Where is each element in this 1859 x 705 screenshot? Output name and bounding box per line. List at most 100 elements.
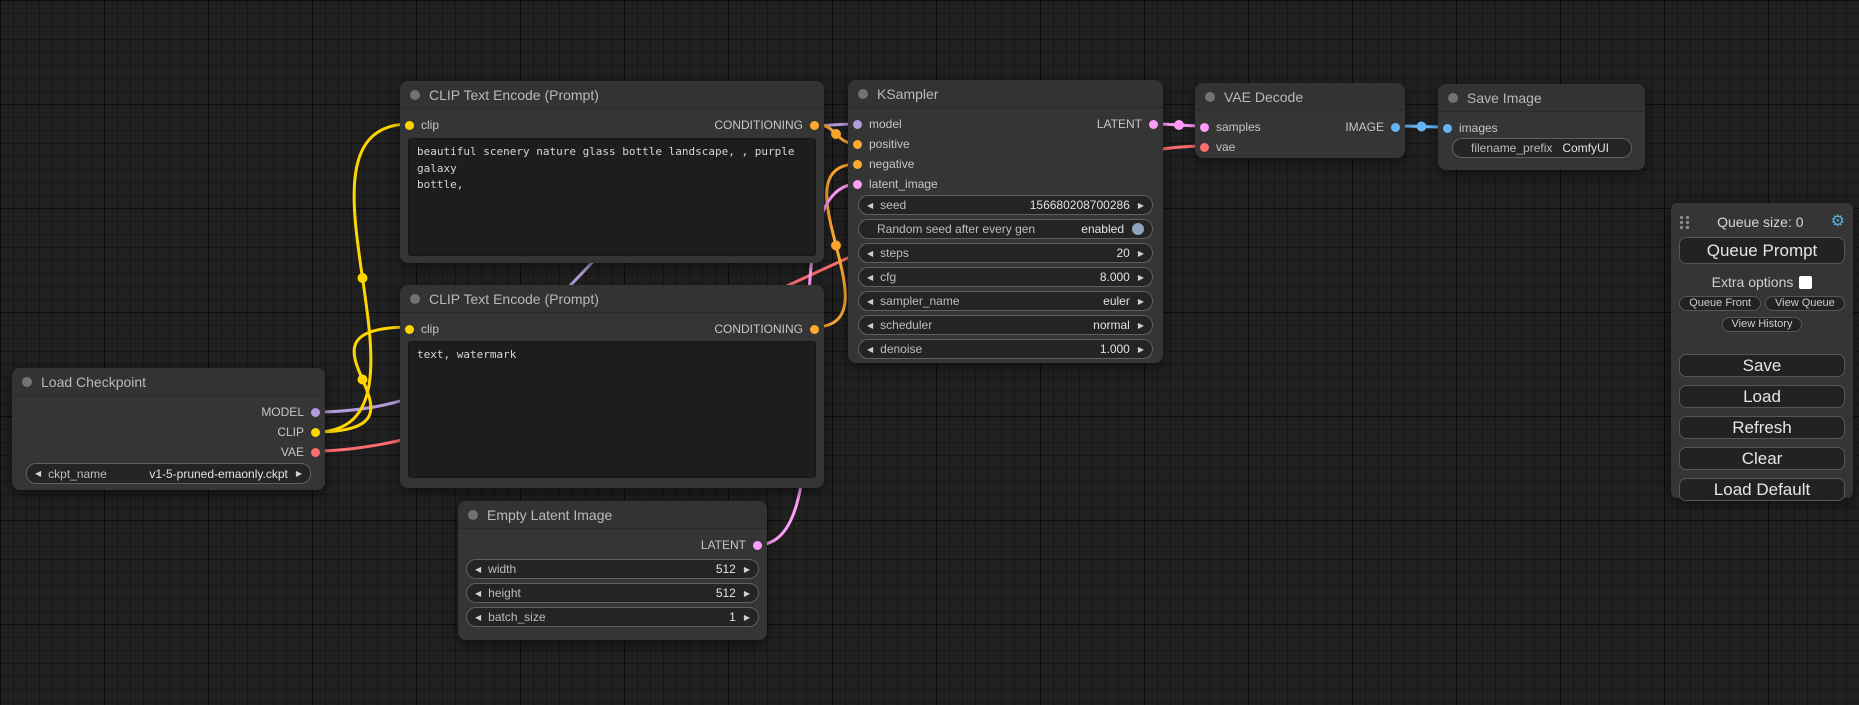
collapse-dot-icon[interactable] xyxy=(468,510,478,520)
clip-output-slot[interactable] xyxy=(311,428,320,437)
collapse-dot-icon[interactable] xyxy=(1448,93,1458,103)
decrement-arrow-icon[interactable]: ◀ xyxy=(867,273,873,282)
widget-value: 512 xyxy=(716,562,744,576)
decrement-arrow-icon[interactable]: ◀ xyxy=(475,613,481,622)
node-empty-latent-image[interactable]: Empty Latent Image LATENT ◀ width 512 ▶ … xyxy=(458,501,767,640)
increment-arrow-icon[interactable]: ▶ xyxy=(744,613,750,622)
slot-label: CONDITIONING xyxy=(714,322,803,336)
increment-arrow-icon[interactable]: ▶ xyxy=(1138,297,1144,306)
node-graph-canvas[interactable]: CLIP Text Encode (Prompt) clip CONDITION… xyxy=(0,0,1859,705)
node-title: Empty Latent Image xyxy=(487,507,612,523)
settings-gear-icon[interactable]: ⚙ xyxy=(1831,214,1845,230)
increment-arrow-icon[interactable]: ▶ xyxy=(744,589,750,598)
increment-arrow-icon[interactable]: ▶ xyxy=(1138,273,1144,282)
node-title-bar[interactable]: Save Image xyxy=(1438,84,1645,112)
clip-input-slot[interactable] xyxy=(405,121,414,130)
latent-output-slot[interactable] xyxy=(753,541,762,550)
width-widget[interactable]: ◀ width 512 ▶ xyxy=(466,559,759,579)
slot-label: model xyxy=(869,117,902,131)
decrement-arrow-icon[interactable]: ◀ xyxy=(867,249,873,258)
increment-arrow-icon[interactable]: ▶ xyxy=(1138,321,1144,330)
random-seed-toggle-widget[interactable]: Random seed after every gen enabled xyxy=(858,219,1153,239)
negative-input-slot[interactable] xyxy=(853,160,862,169)
toggle-indicator-icon[interactable] xyxy=(1132,223,1144,235)
prompt-textarea[interactable]: text, watermark xyxy=(408,341,816,478)
refresh-button[interactable]: Refresh xyxy=(1679,416,1845,439)
node-title-bar[interactable]: Load Checkpoint xyxy=(12,368,325,396)
seed-widget[interactable]: ◀ seed 156680208700286 ▶ xyxy=(858,195,1153,215)
load-button[interactable]: Load xyxy=(1679,385,1845,408)
widget-value: ComfyUI xyxy=(1562,141,1623,155)
node-title-bar[interactable]: VAE Decode xyxy=(1195,83,1405,111)
collapse-dot-icon[interactable] xyxy=(410,90,420,100)
collapse-dot-icon[interactable] xyxy=(22,377,32,387)
vae-input-slot[interactable] xyxy=(1200,143,1209,152)
save-button[interactable]: Save xyxy=(1679,354,1845,377)
clip-input-slot[interactable] xyxy=(405,325,414,334)
positive-input-slot[interactable] xyxy=(853,140,862,149)
extra-options-checkbox[interactable] xyxy=(1799,276,1812,289)
widget-value: 512 xyxy=(716,586,744,600)
node-clip-text-encode-negative[interactable]: CLIP Text Encode (Prompt) clip CONDITION… xyxy=(400,285,824,488)
vae-output-slot[interactable] xyxy=(311,448,320,457)
scheduler-widget[interactable]: ◀ scheduler normal ▶ xyxy=(858,315,1153,335)
height-widget[interactable]: ◀ height 512 ▶ xyxy=(466,583,759,603)
node-vae-decode[interactable]: VAE Decode samples IMAGE vae xyxy=(1195,83,1405,158)
node-ksampler[interactable]: KSampler model LATENT positive xyxy=(848,80,1163,363)
node-load-checkpoint[interactable]: Load Checkpoint MODEL CLIP VAE xyxy=(12,368,325,490)
prompt-textarea[interactable]: beautiful scenery nature glass bottle la… xyxy=(408,138,816,256)
node-title-bar[interactable]: CLIP Text Encode (Prompt) xyxy=(400,81,824,109)
conditioning-output-slot[interactable] xyxy=(810,325,819,334)
widget-label: ckpt_name xyxy=(48,467,107,481)
slot-label: VAE xyxy=(281,445,304,459)
decrement-arrow-icon[interactable]: ◀ xyxy=(867,345,873,354)
decrement-arrow-icon[interactable]: ◀ xyxy=(867,201,873,210)
node-save-image[interactable]: Save Image images filename_prefix ComfyU… xyxy=(1438,84,1645,170)
model-output-slot[interactable] xyxy=(311,408,320,417)
increment-arrow-icon[interactable]: ▶ xyxy=(744,565,750,574)
steps-widget[interactable]: ◀ steps 20 ▶ xyxy=(858,243,1153,263)
node-title-bar[interactable]: CLIP Text Encode (Prompt) xyxy=(400,285,824,313)
increment-arrow-icon[interactable]: ▶ xyxy=(1138,345,1144,354)
clear-button[interactable]: Clear xyxy=(1679,447,1845,470)
image-output-slot[interactable] xyxy=(1391,123,1400,132)
latent-output-slot[interactable] xyxy=(1149,120,1158,129)
collapse-dot-icon[interactable] xyxy=(1205,92,1215,102)
increment-arrow-icon[interactable]: ▶ xyxy=(1138,249,1144,258)
node-clip-text-encode-positive[interactable]: CLIP Text Encode (Prompt) clip CONDITION… xyxy=(400,81,824,263)
queue-size-label: Queue size: 0 xyxy=(1690,214,1831,230)
decrement-arrow-icon[interactable]: ◀ xyxy=(867,321,873,330)
drag-handle-icon[interactable] xyxy=(1679,215,1690,230)
sampler-name-widget[interactable]: ◀ sampler_name euler ▶ xyxy=(858,291,1153,311)
collapse-dot-icon[interactable] xyxy=(410,294,420,304)
decrement-arrow-icon[interactable]: ◀ xyxy=(475,565,481,574)
load-default-button[interactable]: Load Default xyxy=(1679,478,1845,501)
ckpt-name-widget[interactable]: ◀ ckpt_name v1-5-pruned-emaonly.ckpt ▶ xyxy=(26,463,311,484)
view-history-button[interactable]: View History xyxy=(1722,317,1803,332)
batch-size-widget[interactable]: ◀ batch_size 1 ▶ xyxy=(466,607,759,627)
node-title-bar[interactable]: Empty Latent Image xyxy=(458,501,767,529)
samples-input-slot[interactable] xyxy=(1200,123,1209,132)
view-queue-button[interactable]: View Queue xyxy=(1765,296,1845,311)
increment-arrow-icon[interactable]: ▶ xyxy=(1138,201,1144,210)
decrement-arrow-icon[interactable]: ◀ xyxy=(867,297,873,306)
cfg-widget[interactable]: ◀ cfg 8.000 ▶ xyxy=(858,267,1153,287)
decrement-arrow-icon[interactable]: ◀ xyxy=(35,469,41,478)
filename-prefix-widget[interactable]: filename_prefix ComfyUI xyxy=(1452,138,1632,158)
slot-label: clip xyxy=(421,322,439,336)
queue-front-button[interactable]: Queue Front xyxy=(1679,296,1761,311)
collapse-dot-icon[interactable] xyxy=(858,89,868,99)
increment-arrow-icon[interactable]: ▶ xyxy=(296,469,302,478)
images-input-slot[interactable] xyxy=(1443,124,1452,133)
node-title-bar[interactable]: KSampler xyxy=(848,80,1163,108)
queue-prompt-button[interactable]: Queue Prompt xyxy=(1679,237,1845,264)
node-title: CLIP Text Encode (Prompt) xyxy=(429,291,599,307)
widget-value: normal xyxy=(1093,318,1138,332)
latent-image-input-slot[interactable] xyxy=(853,180,862,189)
widget-label: seed xyxy=(880,198,906,212)
model-input-slot[interactable] xyxy=(853,120,862,129)
denoise-widget[interactable]: ◀ denoise 1.000 ▶ xyxy=(858,339,1153,359)
widget-value: 1 xyxy=(729,610,744,624)
decrement-arrow-icon[interactable]: ◀ xyxy=(475,589,481,598)
conditioning-output-slot[interactable] xyxy=(810,121,819,130)
